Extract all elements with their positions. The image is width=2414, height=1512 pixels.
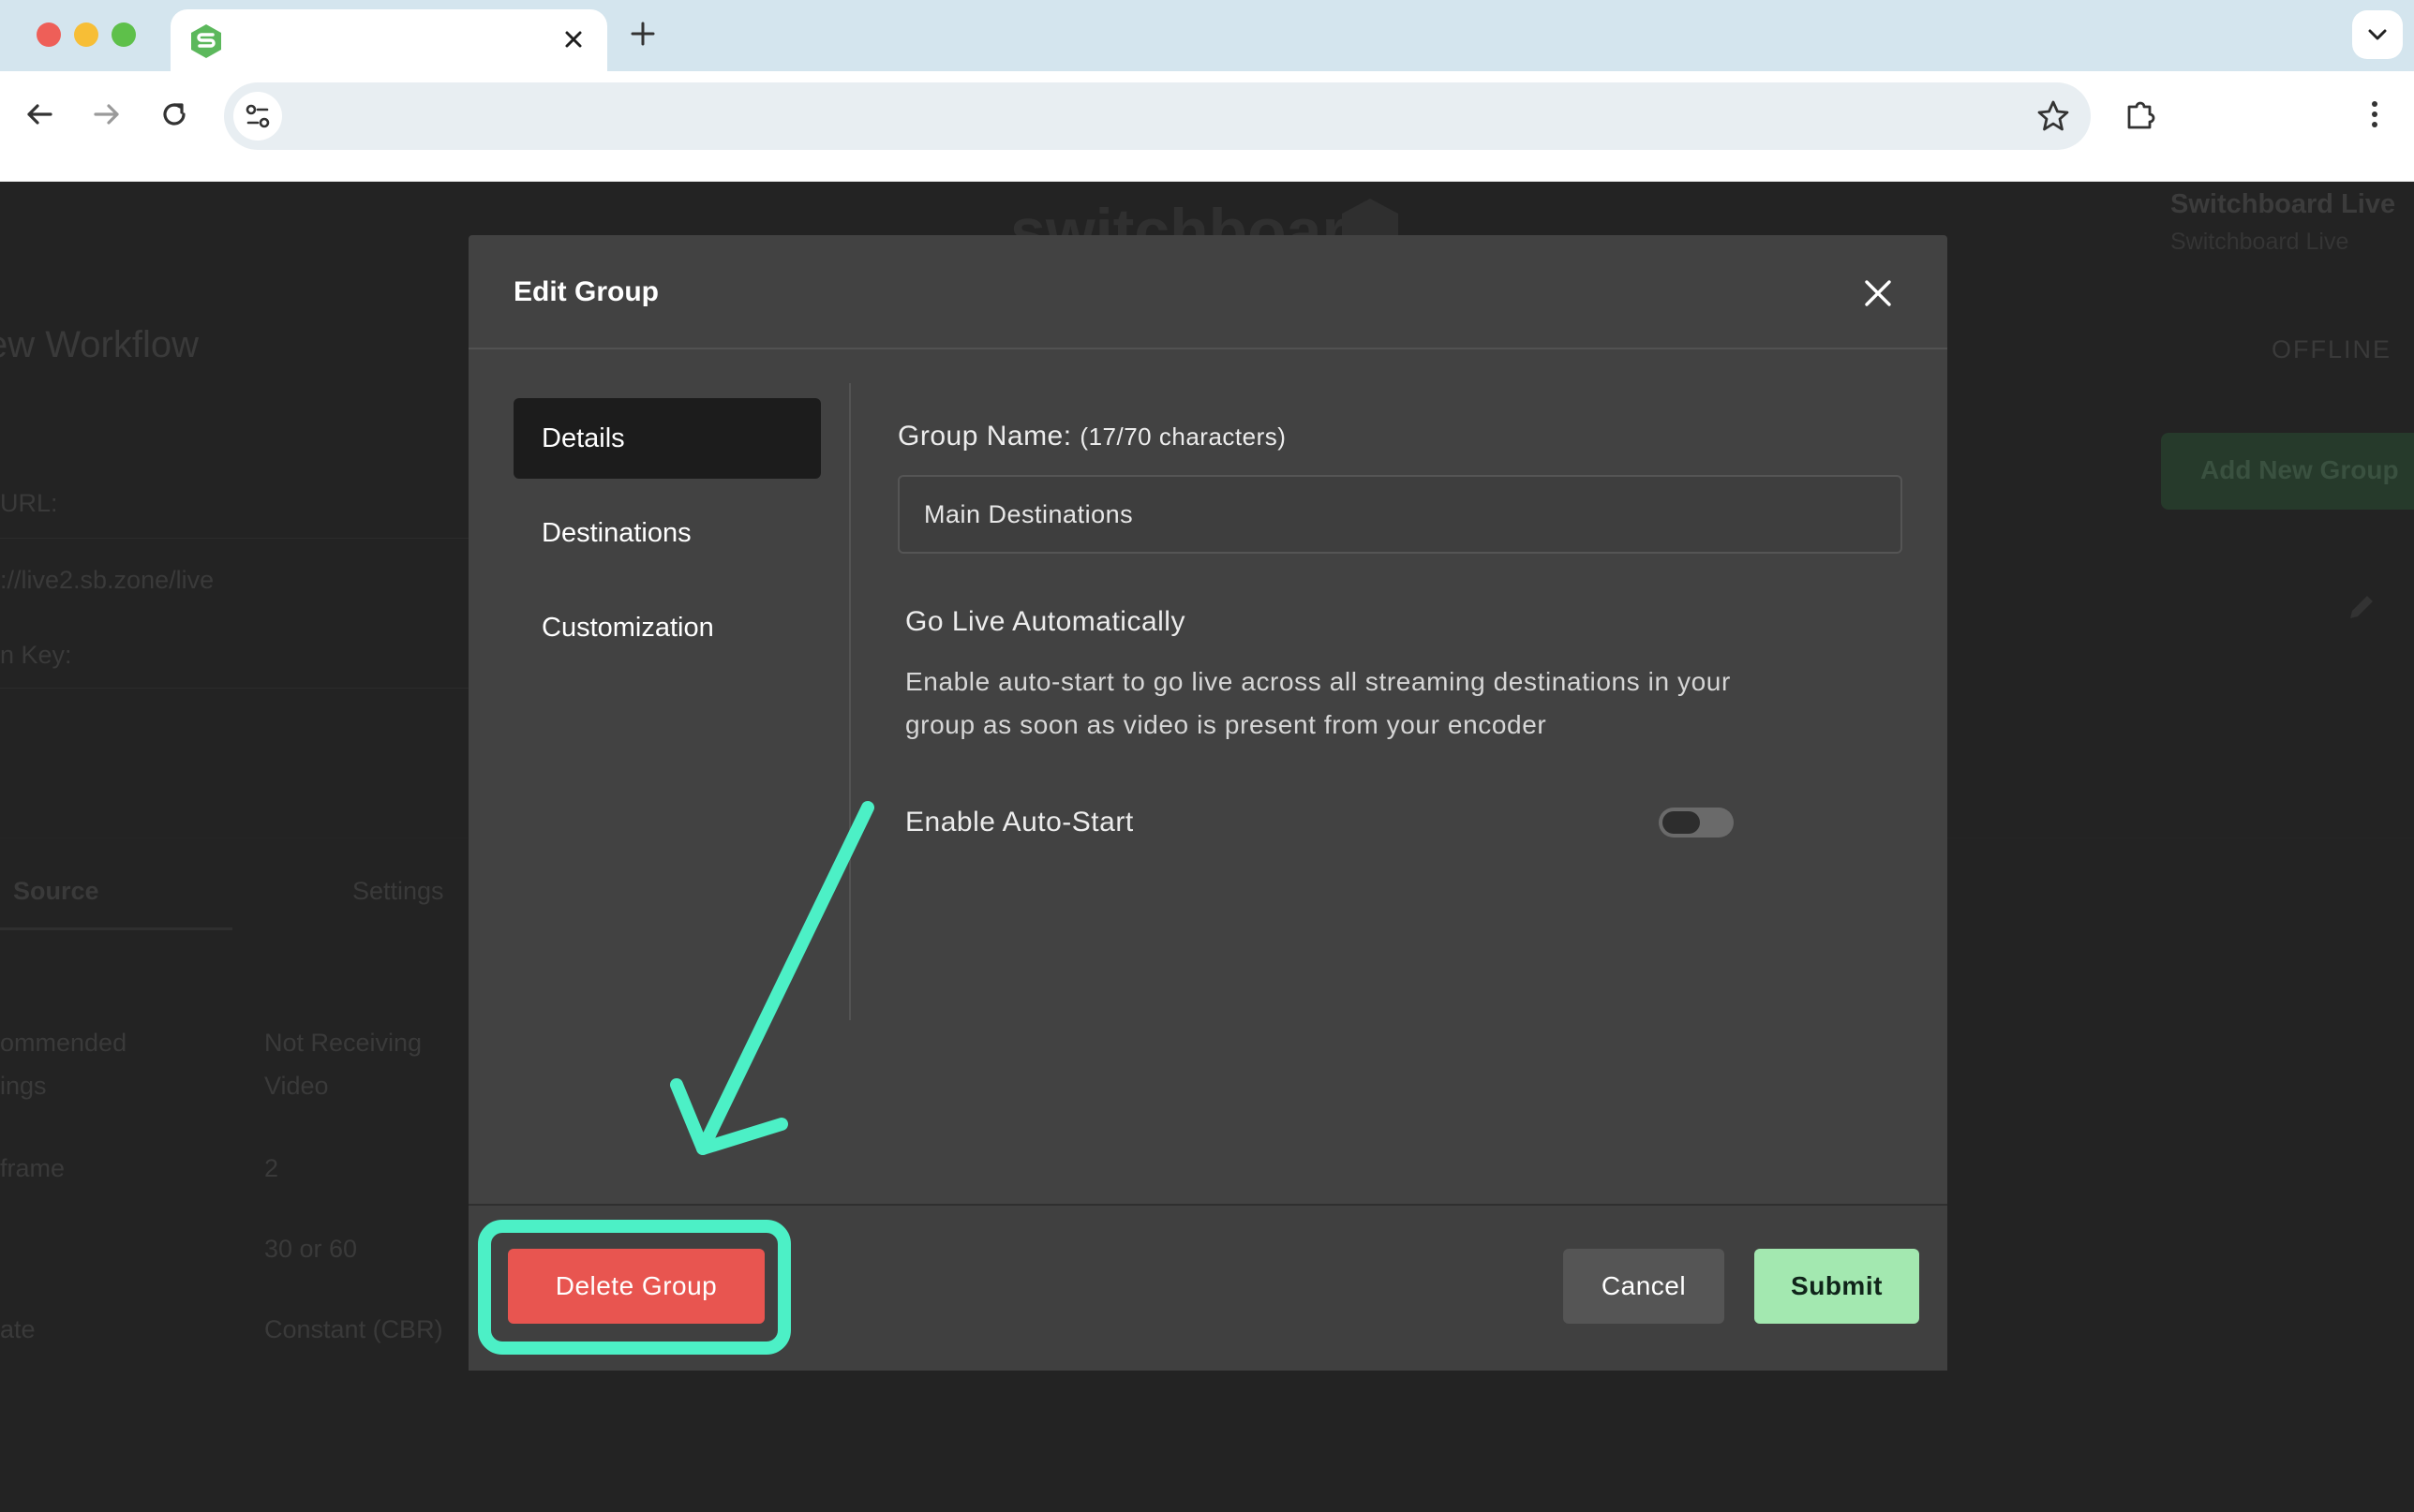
cancel-button[interactable]: Cancel [1563,1249,1724,1324]
browser-tab-strip [0,0,2414,71]
group-name-input[interactable] [898,475,1902,554]
add-new-group-label: Add New Group [2200,455,2399,484]
go-live-description: Enable auto-start to go live across all … [905,667,1731,739]
more-vert-icon[interactable] [2354,94,2395,135]
modal-footer: Delete Group Cancel Submit [469,1204,1947,1371]
divider [0,538,469,539]
modal-sidebar: Details Destinations Customization [514,398,821,682]
sidebar-item-destinations[interactable]: Destinations [514,493,821,573]
modal-title: Edit Group [514,276,659,307]
address-bar[interactable] [224,82,2091,150]
reload-icon[interactable] [154,94,195,135]
window-maximize-button[interactable] [112,22,136,47]
row-label: ommended [0,1029,127,1057]
sidebar-item-customization[interactable]: Customization [514,587,821,668]
tab-source-underline [0,927,232,930]
close-icon[interactable] [1859,274,1897,312]
modal-header: Edit Group [469,235,1947,349]
workflow-title: ew Workflow [0,324,199,365]
row-value: Not Receiving [264,1029,423,1057]
submit-button[interactable]: Submit [1754,1249,1919,1324]
row-value: 30 or 60 [264,1235,358,1263]
url-label: URL: [0,489,58,517]
edit-group-modal: Edit Group Details Destinations Customiz… [469,235,1947,1371]
status-badge: OFFLINE [2272,335,2392,363]
sidebar-divider [849,383,851,1020]
close-icon[interactable] [557,22,590,56]
group-name-label-text: Group Name: [898,421,1072,452]
row-label: ate [0,1315,36,1343]
tab-source: Source [13,877,99,905]
extensions-icon[interactable] [2120,94,2161,135]
star-icon[interactable] [2033,96,2074,137]
row-value: 2 [264,1154,279,1182]
row-label: frame [0,1154,66,1182]
pencil-icon [2350,596,2373,618]
forward-arrow-icon[interactable] [86,94,127,135]
url-value: ://live2.sb.zone/live [0,566,215,594]
chevron-down-icon [2368,29,2387,40]
plus-icon[interactable] [624,15,662,52]
go-live-title: Go Live Automatically [905,606,1185,637]
account-subtitle: Switchboard Live [2170,229,2349,255]
sidebar-item-details[interactable]: Details [514,398,821,479]
back-arrow-icon[interactable] [19,94,60,135]
stream-key-label: n Key: [0,641,72,669]
auto-start-toggle[interactable] [1659,808,1734,838]
window-close-button[interactable] [37,22,61,47]
site-info-button[interactable] [233,92,282,141]
row-label: ings [0,1072,47,1100]
auto-start-label: Enable Auto-Start [905,807,1134,838]
switchboard-logo-icon [191,24,221,58]
toggle-knob [1662,811,1700,834]
tab-search-button[interactable] [2352,10,2403,59]
row-value: Constant (CBR) [264,1315,443,1343]
site-info-icon [246,104,270,128]
divider [0,688,469,689]
tab-settings: Settings [352,877,444,905]
browser-toolbar [0,71,2414,182]
account-name: Switchboard Live [2170,189,2396,219]
window-minimize-button[interactable] [74,22,98,47]
character-count: (17/70 characters) [1080,422,1287,451]
browser-tab[interactable] [171,9,607,71]
row-value: Video [264,1072,329,1100]
group-name-label: Group Name: (17/70 characters) [898,421,1286,452]
delete-group-button[interactable]: Delete Group [508,1249,765,1324]
